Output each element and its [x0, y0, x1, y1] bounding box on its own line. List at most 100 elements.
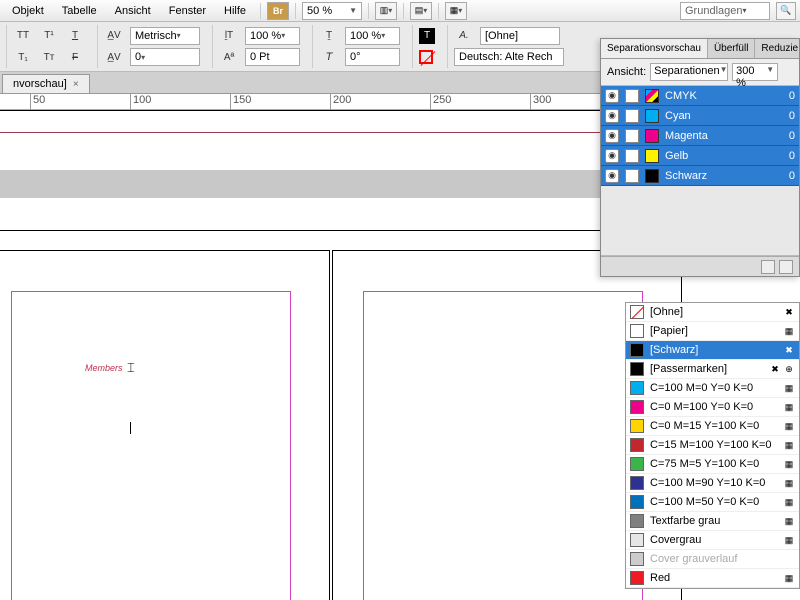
chevron-down-icon: ▾ [141, 53, 145, 62]
workspace-combo[interactable]: Grundlagen ▾ [680, 2, 770, 20]
color-swatch-icon [630, 381, 644, 395]
panel-tabs: Separationsvorschau Überfüll Reduzie [601, 39, 799, 59]
swatch-row[interactable]: C=100 M=50 Y=0 K=0▦ [626, 493, 799, 512]
visibility-toggle[interactable]: ◉ [605, 149, 619, 163]
screen-mode-button[interactable]: ▥▾ [375, 2, 397, 20]
stroke-icon[interactable] [419, 50, 433, 64]
arrange-button[interactable]: ▦▾ [445, 2, 467, 20]
ruler-tick: 50 [30, 94, 45, 110]
ruler-tick: 300 [530, 94, 551, 110]
zoom-combo[interactable]: 50 %▼ [302, 2, 362, 20]
separation-row[interactable]: ◉Cyan0 [601, 106, 799, 126]
color-swatch-icon [645, 129, 659, 143]
swatch-row: Cover grauverlauf [626, 550, 799, 569]
smallcaps-button[interactable]: T₁ [13, 48, 33, 66]
kerning-icon: A̲V [104, 27, 124, 45]
separator [403, 3, 404, 19]
allcaps-button[interactable]: Tᴛ [39, 48, 59, 66]
swatch-row[interactable]: Red▦ [626, 569, 799, 588]
kerning-combo[interactable]: Metrisch ▾ [130, 27, 200, 45]
baseline-input[interactable]: 0 Pt [245, 48, 300, 66]
visibility-toggle[interactable]: ◉ [605, 89, 619, 103]
menu-objekt[interactable]: Objekt [4, 2, 52, 20]
vscale-icon: ḻT [219, 27, 239, 45]
separation-row[interactable]: ◉Gelb0 [601, 146, 799, 166]
separations-list: ◉CMYK0◉Cyan0◉Magenta0◉Gelb0◉Schwarz0 [601, 86, 799, 186]
swatch-row[interactable]: Covergrau▦ [626, 531, 799, 550]
menu-tabelle[interactable]: Tabelle [54, 2, 105, 20]
underline-button[interactable]: T [65, 27, 85, 45]
color-swatch-icon [645, 149, 659, 163]
view-options-button[interactable]: ▤▾ [410, 2, 432, 20]
visibility-toggle[interactable]: ◉ [605, 109, 619, 123]
menu-hilfe[interactable]: Hilfe [216, 2, 254, 20]
separator [295, 3, 296, 19]
baseline-value: 0 Pt [250, 51, 270, 63]
tab-title: nvorschau] [13, 78, 67, 90]
separation-row[interactable]: ◉Schwarz0 [601, 166, 799, 186]
language-combo[interactable]: Deutsch: Alte Rech [454, 48, 564, 66]
swatch-row[interactable]: Textfarbe grau▦ [626, 512, 799, 531]
swatch-row[interactable]: [Schwarz]✖ [626, 341, 799, 360]
kerning-value: Metrisch [135, 30, 177, 42]
panel-menu-icon[interactable] [779, 260, 793, 274]
text-frame[interactable]: Members [85, 363, 123, 373]
color-swatch-icon [630, 438, 644, 452]
swatch-row[interactable]: [Papier]▦ [626, 322, 799, 341]
ink-slot [625, 169, 639, 183]
page-left[interactable] [0, 250, 330, 600]
sep-zoom-combo[interactable]: 300 %▼ [732, 63, 778, 81]
process-icon: ▦ [783, 496, 795, 508]
trash-icon[interactable] [761, 260, 775, 274]
skew-value: 0° [350, 51, 361, 63]
swatch-row[interactable]: C=100 M=90 Y=10 K=0▦ [626, 474, 799, 493]
chevron-down-icon: ▾ [381, 31, 385, 40]
visibility-toggle[interactable]: ◉ [605, 169, 619, 183]
swatch-row[interactable]: [Passermarken]✖⊕ [626, 360, 799, 379]
swatch-row[interactable]: C=100 M=0 Y=0 K=0▦ [626, 379, 799, 398]
document-tab[interactable]: nvorschau] × [2, 74, 90, 93]
zoom-value: 50 % [307, 5, 332, 17]
swatch-row[interactable]: C=75 M=5 Y=100 K=0▦ [626, 455, 799, 474]
menu-fenster[interactable]: Fenster [161, 2, 214, 20]
separation-row[interactable]: ◉CMYK0 [601, 86, 799, 106]
tab-ueberfull[interactable]: Überfüll [708, 39, 755, 58]
color-swatch-icon [630, 533, 644, 547]
tracking-combo[interactable]: 0 ▾ [130, 48, 200, 66]
search-button[interactable]: 🔍 [776, 2, 796, 20]
swatch-row[interactable]: C=0 M=15 Y=100 K=0▦ [626, 417, 799, 436]
color-swatch-icon [645, 109, 659, 123]
swatch-row[interactable]: [Ohne]✖ [626, 303, 799, 322]
workspace-label: Grundlagen [685, 5, 743, 17]
separator [368, 3, 369, 19]
hscale-input[interactable]: 100 % ▾ [345, 27, 400, 45]
close-icon[interactable]: × [73, 79, 79, 90]
separation-row[interactable]: ◉Magenta0 [601, 126, 799, 146]
strike-button[interactable]: F [65, 48, 85, 66]
tab-reduzie[interactable]: Reduzie [755, 39, 800, 58]
swatch-row[interactable]: C=0 M=100 Y=0 K=0▦ [626, 398, 799, 417]
tab-separations[interactable]: Separationsvorschau [601, 39, 708, 58]
color-swatch-icon [630, 343, 644, 357]
chevron-down-icon: ▼ [766, 65, 774, 79]
vscale-input[interactable]: 100 % ▾ [245, 27, 300, 45]
visibility-toggle[interactable]: ◉ [605, 129, 619, 143]
process-icon: ▦ [783, 515, 795, 527]
superscript-button[interactable]: TT [13, 27, 33, 45]
chevron-down-icon: ▼ [720, 65, 728, 79]
process-icon: ▦ [783, 325, 795, 337]
ink-slot [625, 89, 639, 103]
ansicht-label: Ansicht: [607, 66, 646, 78]
color-swatch-icon [630, 457, 644, 471]
fill-icon[interactable]: T [419, 28, 435, 44]
color-swatch-icon [630, 514, 644, 528]
separation-value: 0 [789, 130, 795, 142]
workspace-switcher: Grundlagen ▾ 🔍 [680, 2, 796, 20]
swatch-row[interactable]: C=15 M=100 Y=100 K=0▦ [626, 436, 799, 455]
skew-input[interactable]: 0° [345, 48, 400, 66]
ansicht-combo[interactable]: Separationen▼ [650, 63, 728, 81]
subscript-button[interactable]: T¹ [39, 27, 59, 45]
bridge-button[interactable]: Br [267, 2, 289, 20]
charstyle-combo[interactable]: [Ohne] [480, 27, 560, 45]
menu-ansicht[interactable]: Ansicht [107, 2, 159, 20]
